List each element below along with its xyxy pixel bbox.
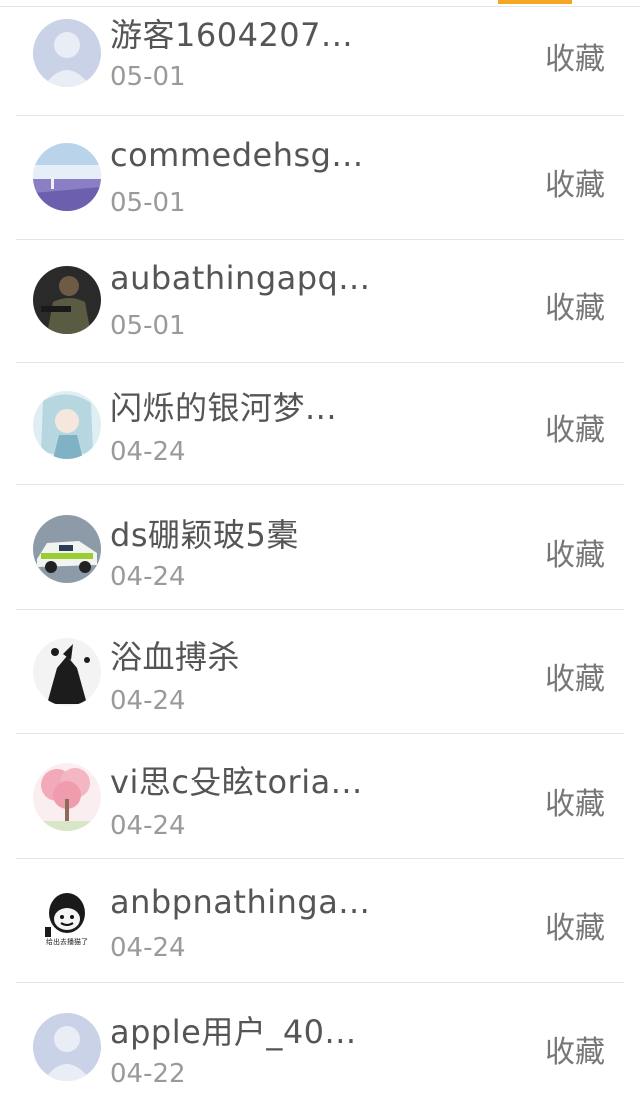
divider xyxy=(16,484,624,485)
username[interactable]: aubathingapq... xyxy=(110,259,370,297)
date-label: 04-24 xyxy=(110,933,186,963)
soldier-photo[interactable] xyxy=(33,266,101,334)
username[interactable]: 浴血搏杀 xyxy=(110,632,240,678)
favorite-button[interactable]: 收藏 xyxy=(545,160,605,204)
favorite-button[interactable]: 收藏 xyxy=(545,654,605,698)
rally-car-photo[interactable] xyxy=(33,515,101,583)
username[interactable]: anbpnathinga... xyxy=(110,883,370,921)
list-item[interactable]: 浴血搏杀 04-24 收藏 xyxy=(0,610,640,734)
favorite-button[interactable]: 收藏 xyxy=(545,530,605,574)
date-label: 05-01 xyxy=(110,62,186,92)
avatar-caption: 给出去播猫了 xyxy=(46,938,88,946)
list-item[interactable]: commedehsg... 05-01 收藏 xyxy=(0,116,640,240)
date-label: 04-24 xyxy=(110,811,186,841)
favorite-button[interactable]: 收藏 xyxy=(545,283,605,327)
username[interactable]: apple用户_40... xyxy=(110,1007,357,1053)
list-item[interactable]: ds硼颖玻5橐 04-24 收藏 xyxy=(0,486,640,610)
username[interactable]: 游客1604207... xyxy=(110,10,353,56)
list-item[interactable]: aubathingapq... 05-01 收藏 xyxy=(0,239,640,363)
favorite-button[interactable]: 收藏 xyxy=(545,779,605,823)
default-person-icon[interactable] xyxy=(33,19,101,87)
list-item[interactable]: apple用户_40... 04-22 收藏 xyxy=(0,983,640,1107)
favorite-button[interactable]: 收藏 xyxy=(545,34,605,78)
list-item[interactable]: 给出去播猫了 anbpnathinga... 04-24 收藏 xyxy=(0,859,640,983)
username[interactable]: ds硼颖玻5橐 xyxy=(110,510,299,556)
username[interactable]: commedehsg... xyxy=(110,136,363,174)
date-label: 05-01 xyxy=(110,311,186,341)
cherry-blossom-tree-illustration[interactable] xyxy=(33,763,101,831)
list-item[interactable]: 闪烁的银河梦... 04-24 收藏 xyxy=(0,361,640,485)
date-label: 04-24 xyxy=(110,562,186,592)
favorite-button[interactable]: 收藏 xyxy=(545,405,605,449)
default-person-icon[interactable] xyxy=(33,1013,101,1081)
favorite-button[interactable]: 收藏 xyxy=(545,1027,605,1071)
anime-girl-illustration[interactable] xyxy=(33,391,101,459)
divider xyxy=(16,733,624,734)
favorite-button[interactable]: 收藏 xyxy=(545,903,605,947)
date-label: 04-22 xyxy=(110,1059,186,1089)
username[interactable]: vi思c殳眩toria... xyxy=(110,757,363,803)
lavender-field-photo[interactable] xyxy=(33,143,101,211)
date-label: 04-24 xyxy=(110,686,186,716)
list-item[interactable]: 游客1604207... 05-01 收藏 xyxy=(0,0,640,116)
list-item[interactable]: vi思c殳眩toria... 04-24 收藏 xyxy=(0,735,640,859)
anime-character-silhouette[interactable] xyxy=(33,638,101,706)
meme-face-sticker[interactable]: 给出去播猫了 xyxy=(33,887,101,955)
date-label: 05-01 xyxy=(110,188,186,218)
username[interactable]: 闪烁的银河梦... xyxy=(110,383,337,429)
date-label: 04-24 xyxy=(110,437,186,467)
